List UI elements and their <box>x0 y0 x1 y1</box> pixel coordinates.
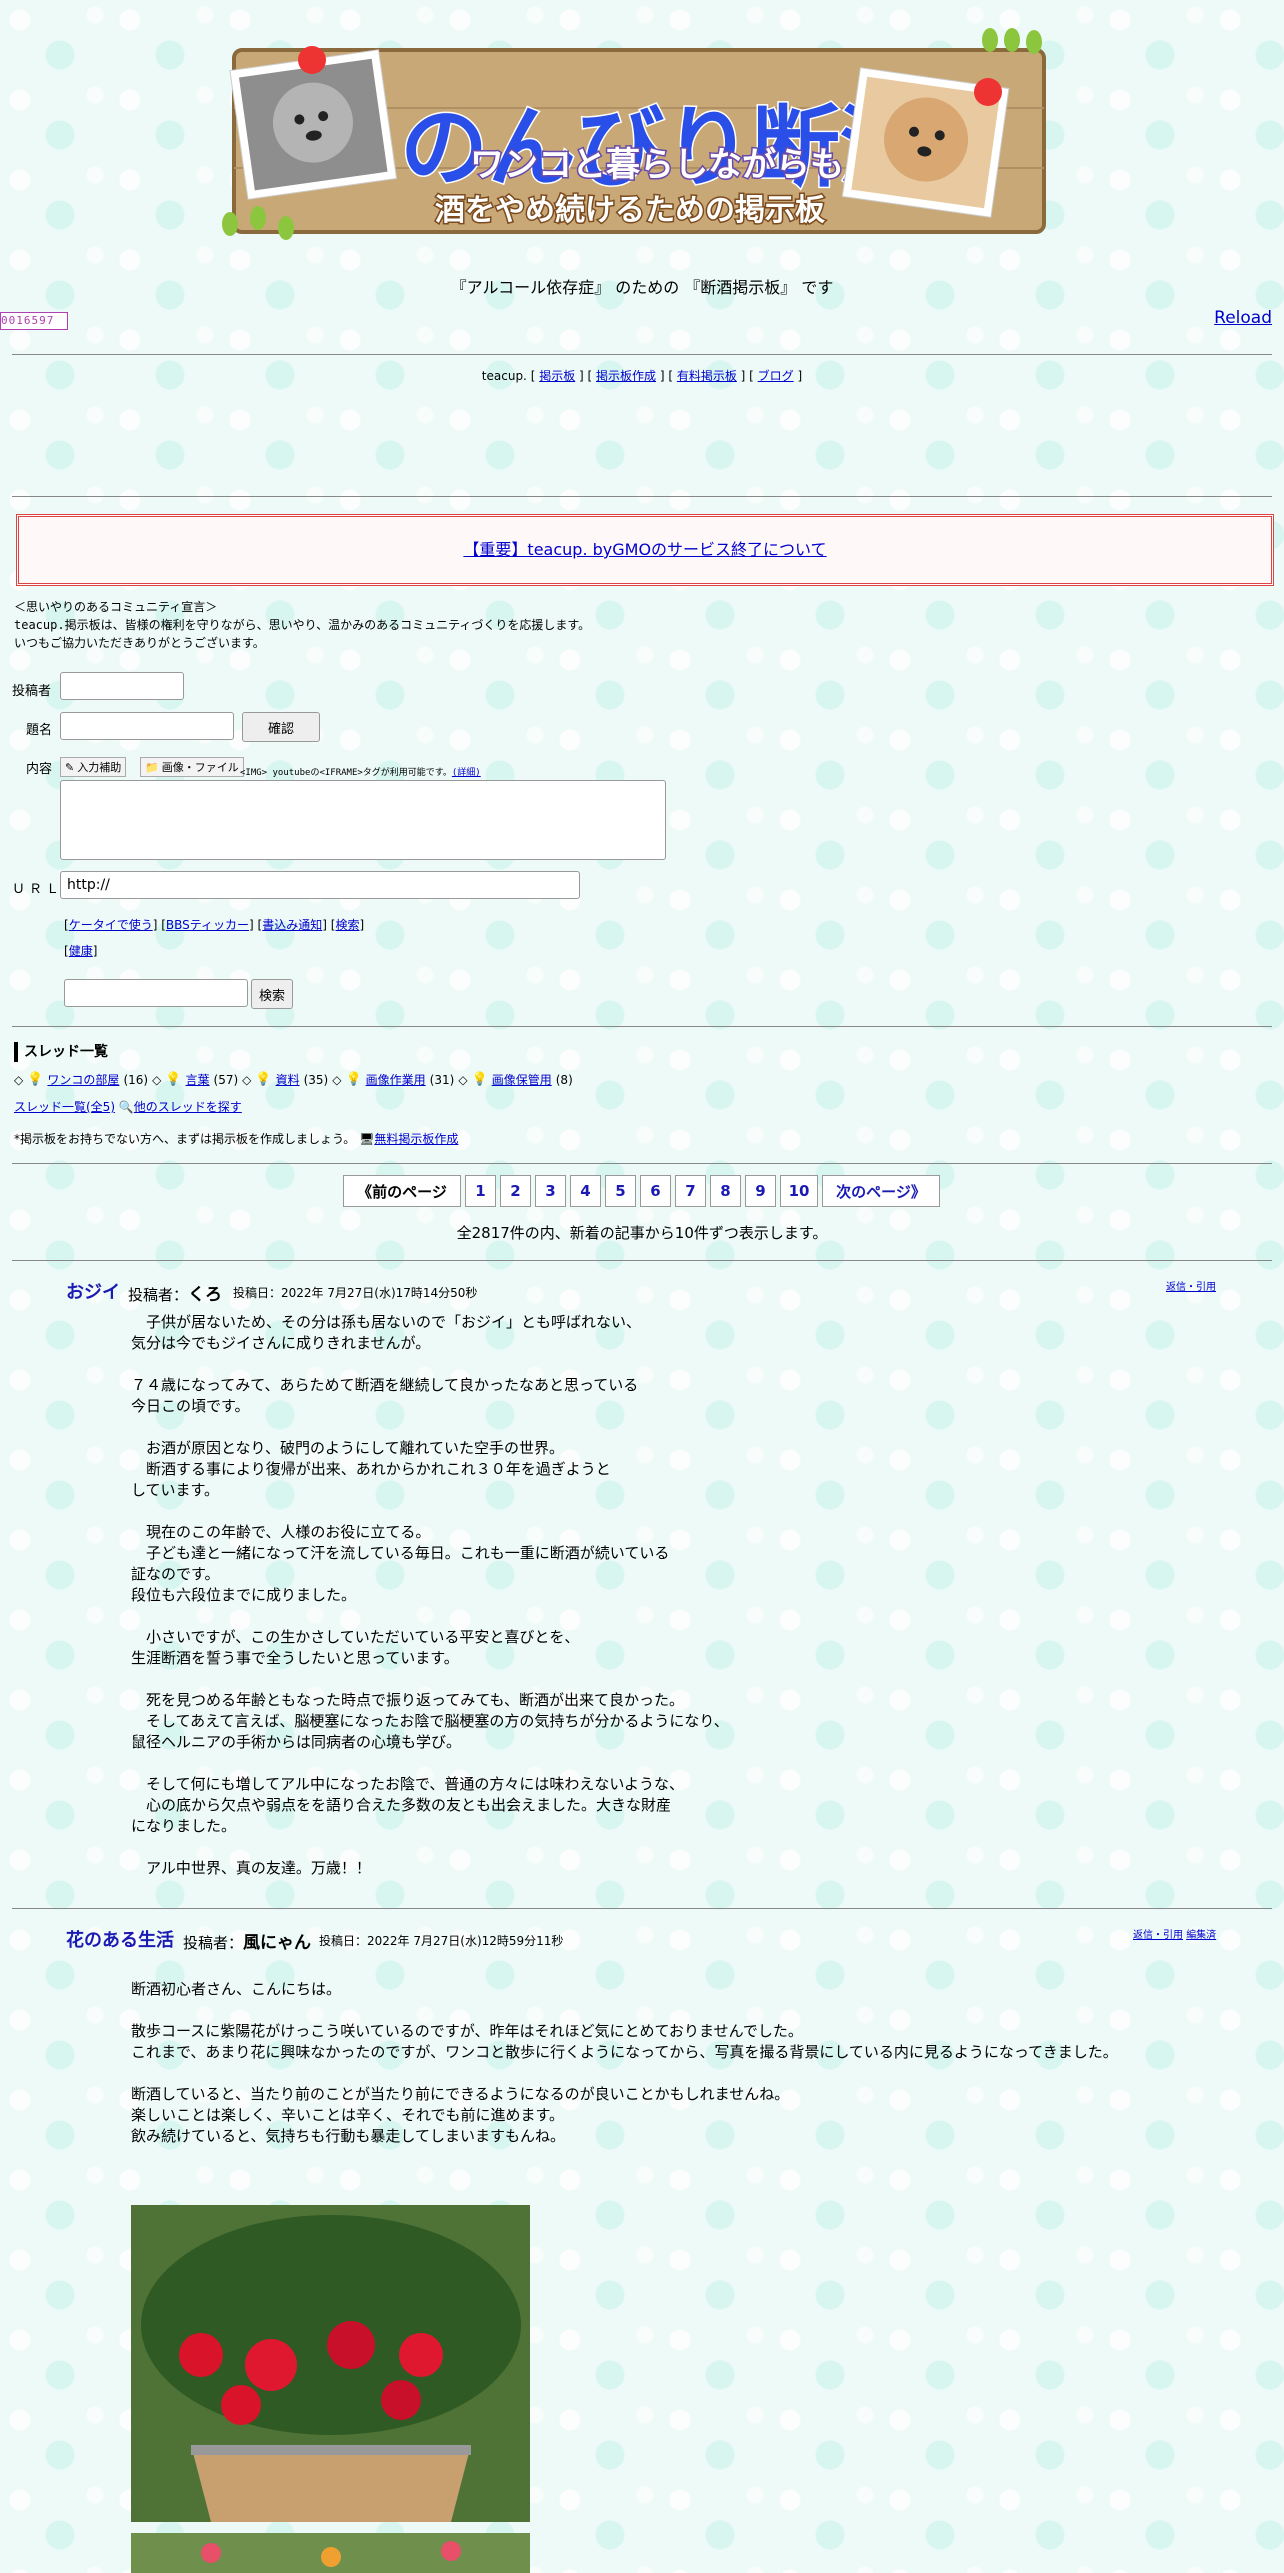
thread-list-title: スレッド一覧 <box>14 1042 108 1062</box>
nav-link-bbs[interactable]: 掲示板 <box>539 369 575 383</box>
page-button[interactable]: 2 <box>500 1175 531 1207</box>
edited-link[interactable]: 編集済 <box>1186 1930 1216 1941</box>
teacup-brand: teacup. <box>481 369 527 383</box>
divider <box>12 1260 1272 1261</box>
pencil-icon: ✎ <box>65 760 75 774</box>
apple-icon <box>298 46 326 74</box>
next-page-button[interactable]: 次のページ》 <box>822 1175 940 1207</box>
url-label: ＵＲＬ <box>12 882 64 897</box>
post-body: 子供が居ないため、その分は孫も居ないので「おジイ」とも呼ばれない、 気分は今でも… <box>131 1313 729 1877</box>
thread-link-words[interactable]: 言葉 <box>186 1071 210 1088</box>
divider <box>12 1908 1272 1909</box>
poster-input[interactable] <box>60 672 184 700</box>
form-links: [ケータイで使う] [BBSティッカー] [書込み通知] [検索] <box>64 918 365 932</box>
all-threads-link[interactable]: スレッド一覧(全5) <box>14 1100 115 1114</box>
other-threads-link[interactable]: 他のスレッドを探す <box>134 1100 242 1114</box>
body-label: 内容 <box>26 762 53 777</box>
nav-link-blog[interactable]: ブログ <box>758 369 794 383</box>
community-declaration: ＜思いやりのあるコミュニティ宣言＞ teacup.掲示板は、皆様の権利を守りなが… <box>14 598 590 652</box>
nav-link-paid-bbs[interactable]: 有料掲示板 <box>677 369 737 383</box>
site-banner: のんびり断酒 ワンコと暮らしながらも 酒をやめ続けるための掲示板 <box>220 28 1062 252</box>
confirm-button[interactable]: 確認 <box>242 712 320 742</box>
post-image-second[interactable] <box>131 2533 530 2573</box>
thread-link-image-storage[interactable]: 画像保管用 <box>492 1071 552 1088</box>
reload-link[interactable]: Reload <box>1214 308 1272 328</box>
thread-list: ◇ 💡 ワンコの部屋 (16) ◇ 💡 言葉 (57) ◇ 💡 資料 (35) ◇ 💡 画像作… <box>14 1071 573 1088</box>
tag-detail-link[interactable]: (詳細) <box>452 768 481 778</box>
bbs-ticker-link[interactable]: BBSティッカー <box>166 918 249 932</box>
garden-image <box>131 2533 530 2573</box>
page-button[interactable]: 8 <box>710 1175 741 1207</box>
lightbulb-icon: 💡 <box>255 1072 272 1087</box>
lightbulb-icon: 💡 <box>345 1072 362 1087</box>
tag-note: <IMG> youtubeの<IFRAME>タグが利用可能です。(詳細) <box>240 768 481 778</box>
image-file-button[interactable]: 📁 画像・ファイル <box>140 757 244 777</box>
access-counter: 0016597 <box>0 312 68 330</box>
post-notify-link[interactable]: 書込み通知 <box>262 918 322 932</box>
thread-link-materials[interactable]: 資料 <box>276 1071 300 1088</box>
search-icon: 🔍 <box>118 1100 134 1114</box>
post-date: 投稿日：2022年 7月27日(水)12時59分11秒 <box>319 1934 564 1948</box>
post-title: 花のある生活 <box>66 1930 174 1951</box>
title-label: 題名 <box>26 723 53 738</box>
category-links: [健康] <box>64 944 98 958</box>
url-input[interactable] <box>60 871 580 899</box>
lightbulb-icon: 💡 <box>165 1072 182 1087</box>
page-button[interactable]: 6 <box>640 1175 671 1207</box>
lightbulb-icon: 💡 <box>27 1072 44 1087</box>
teacup-nav: teacup. [ 掲示板 ] [ 掲示板作成 ] [ 有料掲示板 ] [ ブロ… <box>481 369 803 383</box>
divider <box>12 1163 1272 1164</box>
lightbulb-icon: 💡 <box>471 1072 488 1087</box>
total-posts-text: 全2817件の内、新着の記事から10件ずつ表示します。 <box>456 1224 828 1242</box>
page-button[interactable]: 10 <box>780 1175 818 1207</box>
page-button[interactable]: 1 <box>465 1175 496 1207</box>
divider <box>12 1026 1272 1027</box>
health-link[interactable]: 健康 <box>69 944 93 958</box>
search-input[interactable] <box>64 979 248 1007</box>
body-textarea[interactable] <box>60 780 666 860</box>
service-end-notice-link[interactable]: 【重要】teacup. byGMOのサービス終了について <box>463 540 826 559</box>
page-button[interactable]: 3 <box>535 1175 566 1207</box>
tagline: 『アルコール依存症』 のための 『断酒掲示板』 です <box>450 278 834 297</box>
bbs-icon: 🖥 <box>359 1132 375 1146</box>
page-button[interactable]: 5 <box>605 1175 636 1207</box>
page-button[interactable]: 9 <box>745 1175 776 1207</box>
folder-icon: 📁 <box>145 760 159 774</box>
svg-text:ワンコと暮らしながらも: ワンコと暮らしながらも <box>470 145 844 185</box>
pager: 《前のページ 1 2 3 4 5 6 7 8 9 10 次のページ》 <box>343 1175 940 1207</box>
declaration-heading: ＜思いやりのあるコミュニティ宣言＞ <box>14 600 218 614</box>
post-date: 投稿日：2022年 7月27日(水)17時14分50秒 <box>233 1286 478 1300</box>
mobile-link[interactable]: ケータイで使う <box>69 918 153 932</box>
flower-pot-image <box>131 2205 530 2522</box>
post-body: 断酒初心者さん、こんにちは。 散歩コースに紫陽花がけっこう咲いているのですが、昨… <box>131 1980 1118 2145</box>
declaration-line-1: teacup.掲示板は、皆様の権利を守りながら、思いやり、温かみのあるコミュニテ… <box>14 618 591 632</box>
reply-quote-link[interactable]: 返信・引用 <box>1133 1930 1183 1941</box>
thread-link-wanko[interactable]: ワンコの部屋 <box>47 1071 119 1088</box>
post-author: 投稿者：風にゃん <box>183 1933 312 1953</box>
prev-page-button[interactable]: 《前のページ <box>343 1175 461 1207</box>
search-button[interactable]: 検索 <box>251 979 293 1009</box>
divider <box>12 496 1272 497</box>
reply-quote-link[interactable]: 返信・引用 <box>1166 1278 1216 1293</box>
divider <box>12 354 1272 355</box>
post-title: おジイ <box>66 1282 120 1303</box>
svg-text:酒をやめ続けるための掲示板: 酒をやめ続けるための掲示板 <box>435 193 825 228</box>
search-link[interactable]: 検索 <box>335 918 359 932</box>
bbs-promo: *掲示板をお持ちでない方へ、まずは掲示板を作成しましょう。 🖥無料掲示板作成 <box>14 1132 459 1146</box>
poster-label: 投稿者 <box>12 684 52 699</box>
thread-link-image-work[interactable]: 画像作業用 <box>366 1071 426 1088</box>
free-bbs-link[interactable]: 無料掲示板作成 <box>374 1132 458 1146</box>
declaration-line-2: いつもご協力いただきありがとうございます。 <box>14 636 265 650</box>
thread-extra-links: スレッド一覧(全5) 🔍他のスレッドを探す <box>14 1098 242 1115</box>
banner-graphic: のんびり断酒 ワンコと暮らしながらも 酒をやめ続けるための掲示板 <box>222 28 1046 240</box>
post-image-flowers[interactable] <box>131 2205 530 2522</box>
service-notice-box: 【重要】teacup. byGMOのサービス終了について <box>16 514 1274 586</box>
input-assist-button[interactable]: ✎ 入力補助 <box>60 757 127 777</box>
post-author: 投稿者：くろ <box>128 1285 223 1305</box>
title-input[interactable] <box>60 712 234 740</box>
page-button[interactable]: 4 <box>570 1175 601 1207</box>
post-actions: 返信・引用 編集済 <box>1133 1926 1216 1941</box>
nav-link-create-bbs[interactable]: 掲示板作成 <box>596 369 656 383</box>
page-button[interactable]: 7 <box>675 1175 706 1207</box>
